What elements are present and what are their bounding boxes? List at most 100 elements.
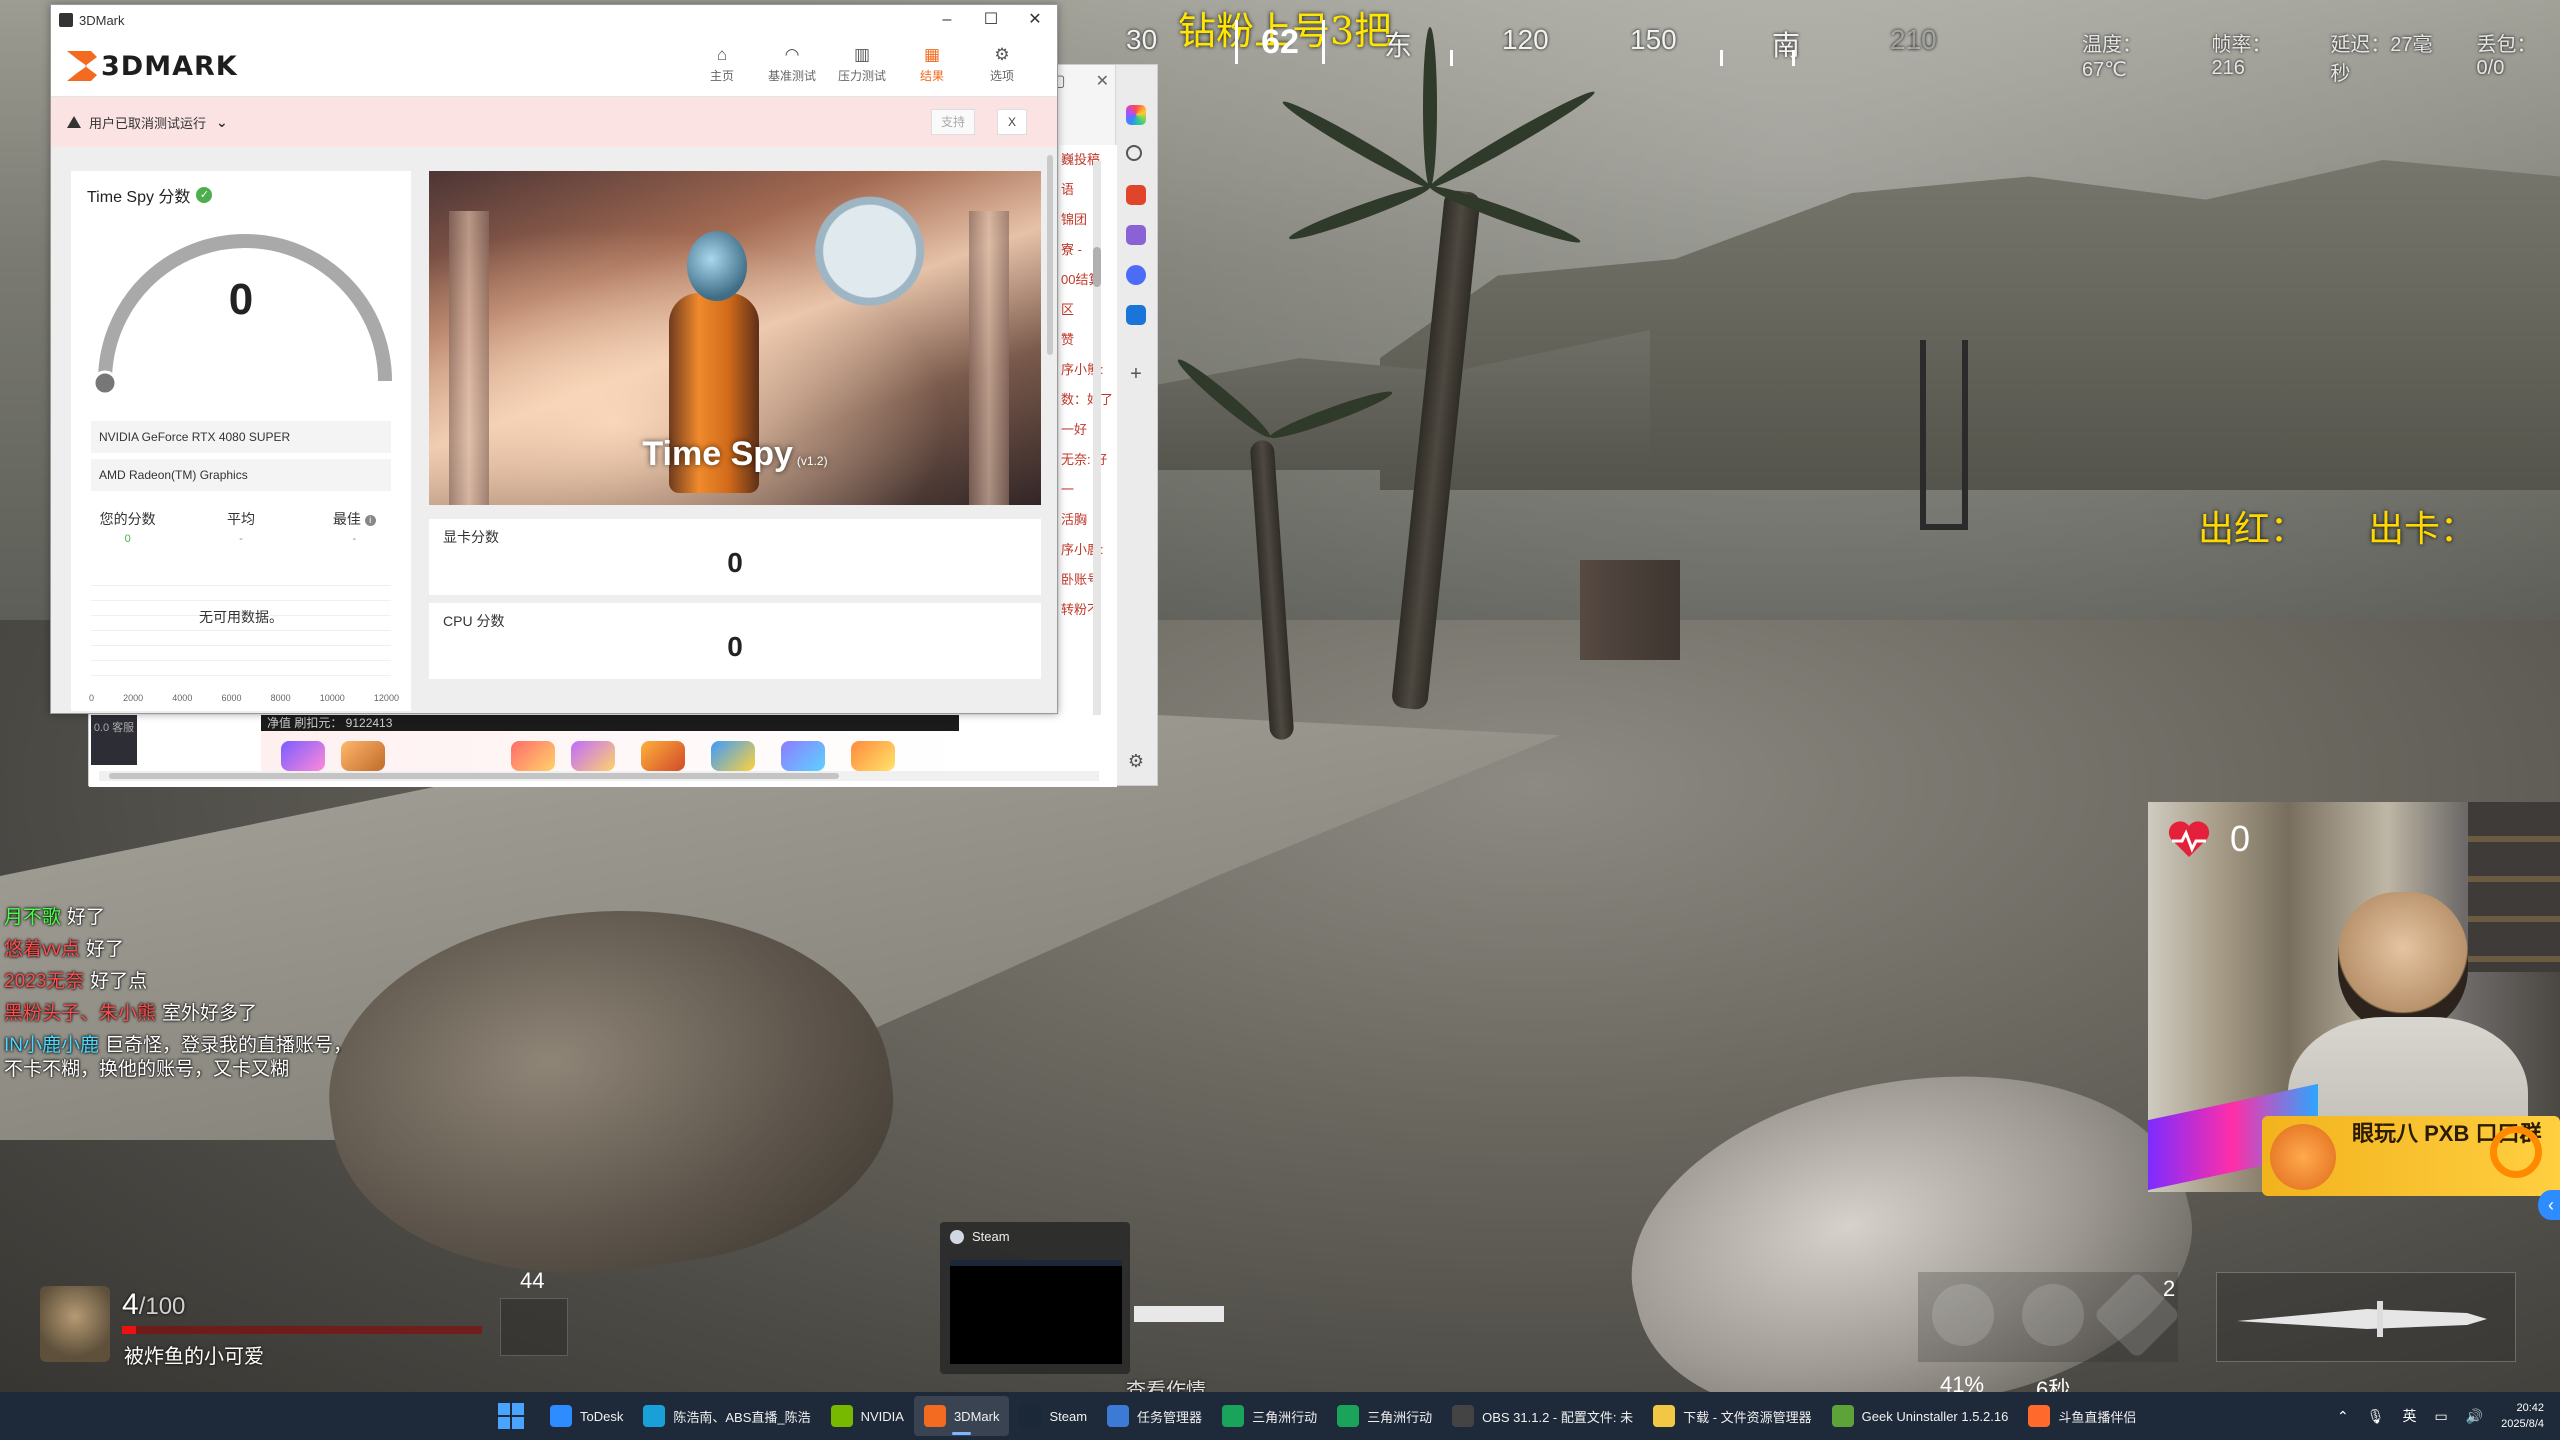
nav-results[interactable]: ▦ 结果 — [907, 45, 957, 84]
support-button[interactable]: 支持 — [931, 109, 975, 135]
gift-icon[interactable] — [571, 741, 615, 771]
tools-icon[interactable] — [1126, 225, 1146, 245]
taskbar-nvidia[interactable]: NVIDIA — [821, 1396, 914, 1436]
vertical-scrollbar[interactable] — [1045, 147, 1055, 713]
nav-options[interactable]: ⚙ 选项 — [977, 45, 1027, 84]
gift-icon[interactable] — [511, 741, 555, 771]
snippet: 赞 — [1061, 332, 1075, 347]
no-data-text: 无可用数据。 — [199, 609, 283, 625]
system-tray: ⌃ 🎙 英 ▭ 🔊 20:42 2025/8/4 — [2337, 1392, 2560, 1440]
download-icon — [1653, 1405, 1676, 1427]
loot-counter: 出红： 出卡： — [2198, 500, 2476, 552]
nav-benchmarks[interactable]: ◠ 基准测试 — [767, 45, 817, 84]
taskbar-label: 3DMark — [953, 1408, 1000, 1424]
webcam-shelf — [2468, 802, 2560, 972]
input-method[interactable]: 英 — [2403, 1406, 2417, 1426]
scroll-thumb[interactable] — [1093, 247, 1101, 287]
nav-label: 压力测试 — [837, 69, 886, 83]
3dmark-logo[interactable]: 3DMARK — [67, 49, 238, 83]
player-avatar — [40, 1286, 110, 1362]
scroll-thumb[interactable] — [109, 773, 839, 779]
maximize-button[interactable]: ☐ — [969, 5, 1013, 35]
chevron-up-icon[interactable]: ⌃ — [2337, 1408, 2349, 1425]
vertical-scrollbar[interactable] — [1093, 161, 1101, 781]
chat-username: 月不歌 — [4, 907, 62, 928]
taskbar-delta-force-1[interactable]: 三角洲行动 — [1212, 1396, 1327, 1436]
taskbar-edge[interactable]: 陈浩南、ABS直播_陈浩 — [633, 1396, 820, 1436]
microphone-icon[interactable]: 🎙 — [2367, 1408, 2385, 1425]
gift-icon[interactable] — [711, 741, 755, 771]
chat-line: 黑粉头子、朱小熊 室外好多了 — [4, 998, 352, 1030]
promo-badge[interactable]: 眼玩八 PXB 口口群 — [2262, 1116, 2560, 1196]
gadget-icon — [1932, 1284, 1994, 1346]
volume-icon[interactable]: 🔊 — [2466, 1408, 2483, 1425]
clock[interactable]: 20:42 2025/8/4 — [2501, 1400, 2544, 1432]
taskbar-explorer[interactable]: 下载 - 文件资源管理器 — [1643, 1396, 1822, 1436]
3dmark-window[interactable]: 3DMark – ☐ ✕ 3DMARK ⌂ 主页 ◠ 基准测试 ▥ 压力测试 ▦… — [50, 4, 1058, 714]
close-button[interactable]: ✕ — [1013, 5, 1057, 35]
compass-label: 南 — [1772, 30, 1801, 61]
col-value: - — [352, 533, 357, 545]
nav-label: 结果 — [919, 69, 944, 83]
streamer-head — [2338, 892, 2468, 1032]
gift-icon[interactable] — [281, 741, 325, 771]
cpu-score-value: 0 — [727, 631, 743, 662]
card-count-label: 出卡： — [2368, 509, 2477, 550]
taskbar-delta-force-2[interactable]: 三角洲行动 — [1327, 1396, 1442, 1436]
gift-icon[interactable] — [341, 741, 385, 771]
add-icon[interactable]: + — [1126, 364, 1146, 385]
clock-date: 2025/8/4 — [2501, 1418, 2544, 1430]
games-icon[interactable] — [1126, 265, 1146, 285]
chat-message: 好了点 — [90, 971, 148, 992]
gift-icon[interactable] — [781, 741, 825, 771]
taskbar-task-manager[interactable]: 任务管理器 — [1097, 1396, 1212, 1436]
minimize-button[interactable]: – — [925, 5, 969, 35]
edge-icon — [643, 1405, 666, 1427]
snippet: 寮 - — [1061, 242, 1082, 257]
chevron-down-icon[interactable]: ⌄ — [216, 114, 228, 131]
nav-home[interactable]: ⌂ 主页 — [697, 45, 747, 84]
compass-label: 30 — [1126, 24, 1158, 55]
benchmark-version: (v1.2) — [796, 454, 828, 468]
taskbar-douyu[interactable]: 斗鱼直播伴侣 — [2018, 1396, 2146, 1436]
close-icon[interactable]: ✕ — [1096, 71, 1109, 91]
warning-icon — [67, 116, 81, 128]
shopping-icon[interactable] — [1126, 185, 1146, 205]
nav-stress-tests[interactable]: ▥ 压力测试 — [837, 45, 887, 84]
gift-icon[interactable] — [641, 741, 685, 771]
steam-thumbnail-preview[interactable]: Steam — [940, 1222, 1130, 1374]
scroll-thumb[interactable] — [1047, 155, 1053, 355]
chat-message: 好了 — [86, 939, 125, 960]
search-icon[interactable] — [1126, 145, 1142, 161]
outlook-icon[interactable] — [1126, 305, 1146, 325]
cpu-score-card: CPU 分数 0 — [429, 603, 1041, 679]
douyu-icon — [2028, 1405, 2051, 1427]
taskbar-geek-uninstaller[interactable]: Geek Uninstaller 1.5.2.16 — [1822, 1396, 2019, 1436]
alert-close-button[interactable]: X — [997, 109, 1027, 135]
start-button[interactable] — [498, 1403, 524, 1429]
taskbar-3dmark[interactable]: 3DMark — [913, 1396, 1010, 1436]
knife-icon — [2237, 1301, 2487, 1337]
horizontal-scrollbar[interactable] — [99, 771, 1099, 781]
copilot-icon[interactable] — [1126, 105, 1146, 125]
taskbar-obs[interactable]: OBS 31.1.2 - 配置文件: 未 — [1442, 1396, 1643, 1436]
taskbar-steam[interactable]: Steam — [1009, 1396, 1097, 1436]
taskbar-label: Geek Uninstaller 1.5.2.16 — [1861, 1408, 2009, 1424]
title-bar[interactable]: 3DMark – ☐ ✕ — [51, 5, 1057, 35]
snippet: 转粉不 — [1061, 602, 1101, 617]
axis-tick: 0 — [89, 693, 95, 703]
network-icon[interactable]: ▭ — [2435, 1408, 2448, 1425]
gift-icon[interactable] — [851, 741, 895, 771]
player-name: 被炸鱼的小可爱 — [124, 1346, 264, 1368]
logo-text: 3DMARK — [101, 50, 238, 82]
score-title-text: Time Spy 分数 — [87, 189, 191, 206]
service-panel[interactable]: 0.0 客服 — [91, 715, 137, 765]
snippet: 00结算 — [1061, 272, 1102, 287]
settings-icon[interactable]: ⚙ — [1126, 751, 1146, 771]
taskbar-todesk[interactable]: ToDesk — [540, 1396, 633, 1436]
taskbar-label: 三角洲行动 — [1367, 1409, 1433, 1425]
packet-loss-stat: 丢包：0/0 — [2476, 34, 2537, 79]
taskbar-label: Steam — [1049, 1408, 1088, 1424]
info-icon[interactable]: i — [364, 514, 376, 526]
side-expand-tab[interactable]: ‹ — [2538, 1190, 2560, 1220]
